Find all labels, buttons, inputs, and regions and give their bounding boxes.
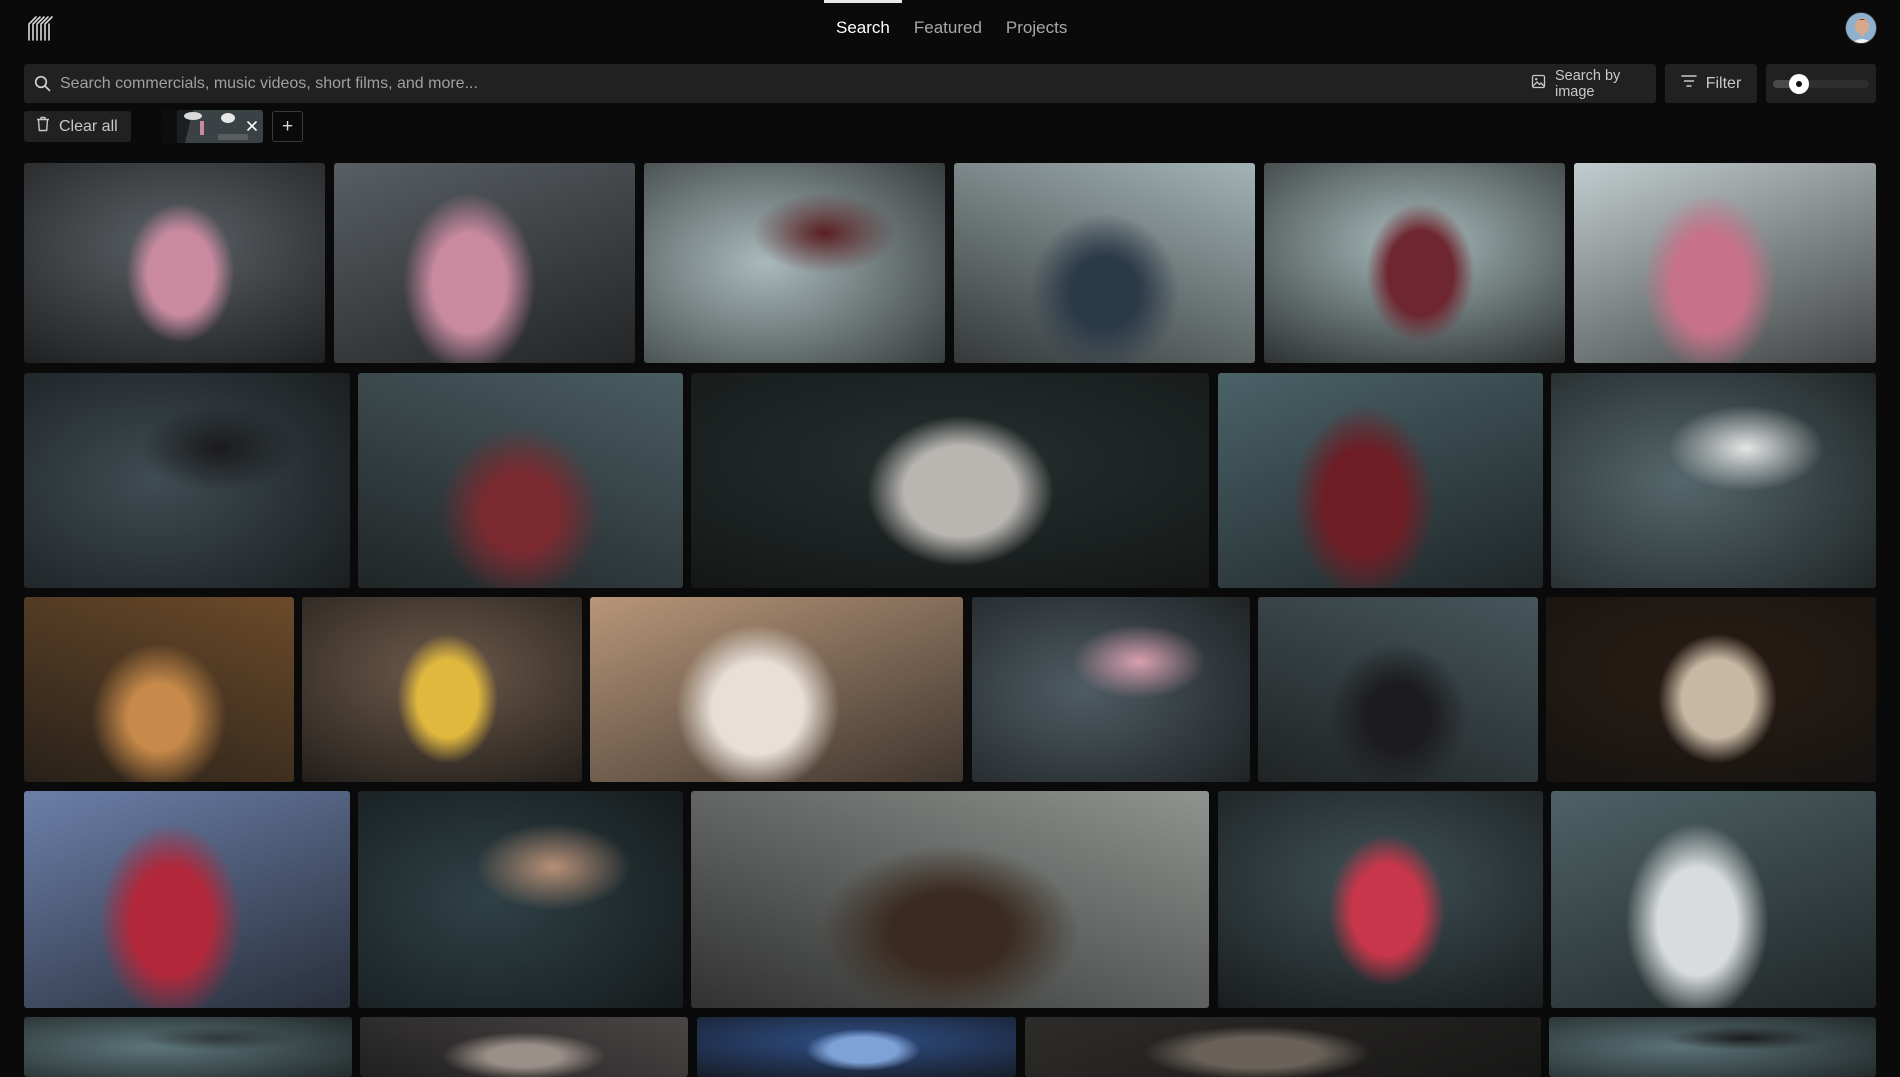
result-thumbnail[interactable] [24, 597, 294, 782]
user-avatar[interactable] [1845, 12, 1877, 44]
result-thumbnail[interactable] [1218, 791, 1543, 1008]
search-by-image-label: Search by image [1555, 67, 1621, 100]
result-thumbnail[interactable] [1551, 373, 1876, 588]
main-nav: Search Featured Projects [824, 0, 1079, 58]
result-thumbnail[interactable] [360, 1017, 688, 1077]
result-thumbnail[interactable] [24, 163, 325, 363]
clear-all-label: Clear all [59, 117, 118, 135]
remove-image-query-icon[interactable] [244, 118, 260, 134]
result-thumbnail[interactable] [590, 597, 963, 782]
result-thumbnail[interactable] [1551, 791, 1876, 1008]
top-bar: Search Featured Projects [0, 0, 1900, 58]
result-thumbnail[interactable] [1549, 1017, 1876, 1077]
result-thumbnail[interactable] [697, 1017, 1016, 1077]
result-thumbnail[interactable] [302, 597, 582, 782]
search-input[interactable] [60, 64, 1460, 103]
result-thumbnail[interactable] [972, 597, 1250, 782]
slider-handle[interactable] [1788, 74, 1809, 94]
result-thumbnail[interactable] [334, 163, 635, 363]
filter-label: Filter [1705, 74, 1742, 92]
tile-size-slider[interactable] [1766, 64, 1876, 103]
result-thumbnail[interactable] [954, 163, 1255, 363]
filter-button[interactable]: Filter [1665, 64, 1757, 103]
result-thumbnail[interactable] [644, 163, 945, 363]
result-thumbnail[interactable] [1574, 163, 1876, 363]
clear-all-button[interactable]: Clear all [24, 111, 131, 142]
trash-icon [36, 116, 50, 137]
add-label: + [281, 116, 294, 137]
add-image-query-button[interactable]: + [272, 111, 303, 142]
result-thumbnail[interactable] [358, 791, 683, 1008]
result-thumbnail[interactable] [1258, 597, 1538, 782]
image-search-icon [1531, 74, 1546, 93]
tab-search[interactable]: Search [824, 0, 902, 58]
result-thumbnail[interactable] [24, 1017, 352, 1077]
search-bar: Search by image [24, 64, 1656, 103]
brand-logo-icon[interactable] [26, 14, 54, 42]
search-icon [34, 75, 51, 92]
tab-projects[interactable]: Projects [994, 0, 1079, 58]
slider-track[interactable] [1773, 80, 1869, 88]
result-thumbnail[interactable] [358, 373, 683, 588]
result-thumbnail[interactable] [1218, 373, 1543, 588]
filter-icon [1680, 74, 1697, 93]
result-thumbnail[interactable] [1025, 1017, 1541, 1077]
result-thumbnail[interactable] [1264, 163, 1565, 363]
result-thumbnail[interactable] [1546, 597, 1876, 782]
result-thumbnail[interactable] [24, 791, 350, 1008]
result-thumbnail[interactable] [691, 791, 1209, 1008]
search-by-image-button[interactable]: Search by image [1531, 64, 1656, 103]
result-thumbnail[interactable] [24, 373, 350, 588]
image-query-chip[interactable] [163, 110, 263, 143]
result-thumbnail[interactable] [691, 373, 1209, 588]
tab-featured[interactable]: Featured [902, 0, 994, 58]
